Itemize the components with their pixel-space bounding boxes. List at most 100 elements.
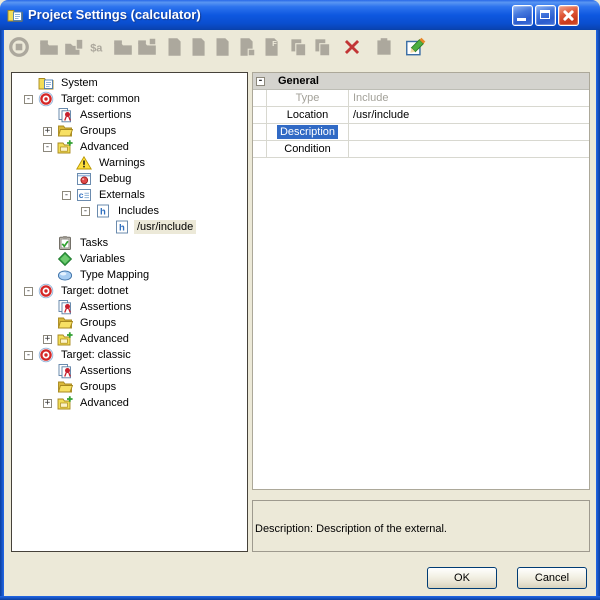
property-value-cell[interactable]: Include (349, 90, 589, 106)
assertions-icon (57, 363, 73, 379)
tree-item-label: Advanced (77, 332, 132, 346)
tree-item-target-classic[interactable]: -Target: classic (12, 347, 247, 363)
expand-icon[interactable]: + (43, 127, 52, 136)
tree-item-advanced[interactable]: +Advanced (12, 395, 247, 411)
tree-item-system[interactable]: System (12, 75, 247, 91)
tree-item-target-common[interactable]: -Target: common (12, 91, 247, 107)
folder-icon (112, 36, 134, 58)
svg-text:c: c (79, 190, 84, 200)
tree-item-label: Target: dotnet (58, 284, 131, 298)
svg-text:h: h (100, 207, 106, 218)
collapse-icon[interactable]: - (24, 287, 33, 296)
dialog-body: $aF System-Target: commonAssertions+Grou… (4, 30, 596, 596)
property-name-cell[interactable]: Condition (267, 141, 349, 157)
property-value-cell[interactable]: /usr/include (349, 107, 589, 123)
variables-icon (57, 251, 73, 267)
property-grid: - General Type Include Location/usr/includ… (252, 72, 590, 490)
folder-icon (38, 36, 60, 58)
property-row-condition: Condition (253, 141, 589, 158)
collapse-icon[interactable]: - (81, 207, 90, 216)
advanced-icon (57, 139, 73, 155)
tree-item-tasks[interactable]: Tasks (12, 235, 247, 251)
titlebar[interactable]: Project Settings (calculator) (0, 0, 600, 30)
expand-icon[interactable]: + (43, 399, 52, 408)
hfile-icon: h (114, 219, 130, 235)
tree-item-label: Groups (77, 380, 119, 394)
tree-item-groups[interactable]: Groups (12, 379, 247, 395)
property-name: Description (277, 125, 338, 139)
svg-text:F: F (272, 39, 277, 48)
tree-item-label: Groups (77, 316, 119, 330)
tree-item-assertions[interactable]: Assertions (12, 363, 247, 379)
property-row-type: Type Include (253, 90, 589, 107)
tree-item-label: Type Mapping (77, 268, 152, 282)
tasks-icon (57, 235, 73, 251)
property-value: Include (353, 92, 388, 104)
copy-icon (311, 36, 333, 58)
collapse-icon[interactable]: - (43, 143, 52, 152)
collapse-icon[interactable]: - (62, 191, 71, 200)
tree-item-groups[interactable]: + Groups (12, 123, 247, 139)
debug-icon (76, 171, 92, 187)
tree-item-label: Warnings (96, 156, 148, 170)
ok-button[interactable]: OK (427, 567, 497, 589)
document-f-icon: F (260, 36, 282, 58)
property-name: Condition (281, 143, 333, 155)
settings-tree[interactable]: System-Target: commonAssertions+Groups-A… (11, 72, 248, 552)
tree-item-debug[interactable]: Debug (12, 171, 247, 187)
property-group-header[interactable]: - General (253, 73, 589, 90)
property-row-description: Description (253, 124, 589, 141)
tree-item-label: Advanced (77, 140, 132, 154)
edit-icon[interactable] (404, 36, 426, 58)
description-panel: Description: Description of the external… (252, 500, 590, 552)
tree-item-usr-include[interactable]: h/usr/include (12, 219, 247, 235)
tree-item-assertions[interactable]: Assertions (12, 299, 247, 315)
tree-item-label: Assertions (77, 364, 134, 378)
row-gutter (253, 124, 267, 140)
tree-item-label: Groups (77, 124, 119, 138)
property-name-cell[interactable]: Type (267, 90, 349, 106)
property-name-cell[interactable]: Location (267, 107, 349, 123)
delete-icon[interactable] (341, 36, 363, 58)
maximize-button[interactable] (535, 5, 556, 26)
tree-item-assertions[interactable]: Assertions (12, 107, 247, 123)
row-gutter (253, 90, 267, 106)
tree-item-groups[interactable]: Groups (12, 315, 247, 331)
target-icon (38, 347, 54, 363)
close-button[interactable] (558, 5, 579, 26)
tree-item-label: Externals (96, 188, 148, 202)
tree-item-label: Tasks (77, 236, 111, 250)
collapse-icon[interactable]: - (24, 351, 33, 360)
collapse-icon[interactable]: - (24, 95, 33, 104)
collapse-icon[interactable]: - (256, 77, 265, 86)
window-title: Project Settings (calculator) (28, 7, 201, 22)
tree-item-variables[interactable]: Variables (12, 251, 247, 267)
toolbar: $aF (4, 36, 596, 60)
minimize-button[interactable] (512, 5, 533, 26)
tree-item-warnings[interactable]: Warnings (12, 155, 247, 171)
property-value-cell[interactable] (349, 124, 589, 140)
property-value: /usr/include (353, 109, 409, 121)
tree-item-advanced[interactable]: - Advanced (12, 139, 247, 155)
tree-item-label: Variables (77, 252, 128, 266)
property-value-cell[interactable] (349, 141, 589, 157)
hfile-icon: h (95, 203, 111, 219)
cancel-button[interactable]: Cancel (517, 567, 587, 589)
window-frame-bottom (0, 596, 600, 600)
tree-item-label: System (58, 76, 101, 90)
svg-text:h: h (119, 223, 125, 234)
externals-icon: c (76, 187, 92, 203)
expand-icon[interactable]: + (43, 335, 52, 344)
tree-item-advanced[interactable]: + Advanced (12, 331, 247, 347)
tree-item-type-mapping[interactable]: Type Mapping (12, 267, 247, 283)
tree-item-label: Assertions (77, 300, 134, 314)
target-icon (38, 283, 54, 299)
tree-item-externals[interactable]: -c Externals (12, 187, 247, 203)
assertions-icon (57, 107, 73, 123)
tree-item-target-dotnet[interactable]: - Target: dotnet (12, 283, 247, 299)
system-icon (38, 75, 54, 91)
tree-item-label: Includes (115, 204, 162, 218)
folder-star-icon (136, 36, 158, 58)
property-name-cell[interactable]: Description (267, 124, 349, 140)
tree-item-includes[interactable]: - h Includes (12, 203, 247, 219)
